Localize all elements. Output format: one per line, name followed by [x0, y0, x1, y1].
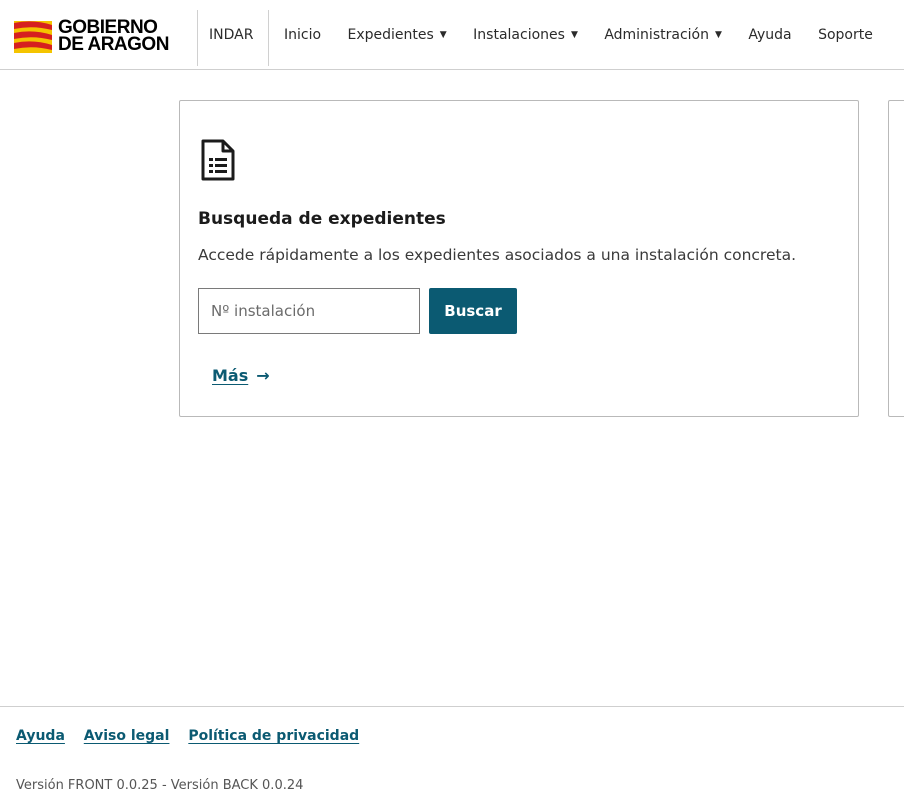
nav-item-label: Expedientes — [347, 27, 434, 43]
nav-item-ayuda[interactable]: Ayuda — [748, 27, 791, 43]
nav-item-label: Inicio — [284, 27, 322, 43]
nav-item-administracion[interactable]: Administración ▼ — [604, 27, 722, 43]
nav-item-label: Soporte — [818, 27, 873, 43]
footer-link-ayuda[interactable]: Ayuda — [16, 728, 65, 744]
card-description: Accede rápidamente a los expedientes aso… — [198, 246, 796, 264]
footer-link-aviso-legal[interactable]: Aviso legal — [84, 728, 170, 744]
card-title: Busqueda de expedientes — [198, 209, 446, 229]
footer: Ayuda Aviso legal Política de privacidad… — [0, 706, 904, 798]
document-list-icon — [201, 139, 235, 181]
app-name[interactable]: INDAR — [209, 27, 253, 43]
app-divider — [268, 10, 269, 66]
arrow-right-icon: → — [256, 366, 270, 385]
nav-item-label: Administración — [604, 27, 709, 43]
nav-item-expedientes[interactable]: Expedientes ▼ — [348, 27, 447, 43]
installation-number-input[interactable] — [198, 288, 420, 334]
more-link-label: Más — [212, 366, 249, 385]
footer-links: Ayuda Aviso legal Política de privacidad — [16, 728, 373, 744]
secondary-card — [888, 100, 904, 417]
caret-down-icon: ▼ — [570, 30, 578, 40]
main-nav: Inicio Expedientes ▼ Instalaciones ▼ Admin… — [284, 27, 895, 43]
caret-down-icon: ▼ — [714, 30, 722, 40]
logo-text: GOBIERNO DE ARAGON — [58, 18, 169, 55]
logo-line-2: DE ARAGON — [58, 34, 169, 55]
nav-item-inicio[interactable]: Inicio — [284, 27, 321, 43]
nav-item-soporte[interactable]: Soporte — [818, 27, 873, 43]
top-header: GOBIERNO DE ARAGON INDAR Inicio Expedien… — [0, 0, 904, 70]
gobierno-aragon-logo[interactable]: GOBIERNO DE ARAGON — [14, 17, 184, 57]
search-expedientes-card: Busqueda de expedientes Accede rápidamen… — [179, 100, 859, 417]
search-button[interactable]: Buscar — [429, 288, 517, 334]
nav-item-label: Instalaciones — [473, 27, 565, 43]
version-text: Versión FRONT 0.0.25 - Versión BACK 0.0.… — [16, 778, 304, 793]
nav-item-instalaciones[interactable]: Instalaciones ▼ — [473, 27, 578, 43]
footer-link-privacidad[interactable]: Política de privacidad — [188, 728, 359, 744]
aragon-flag-icon — [14, 21, 52, 53]
logo-divider — [197, 10, 198, 66]
more-link[interactable]: Más → — [212, 366, 270, 385]
caret-down-icon: ▼ — [439, 30, 447, 40]
nav-item-label: Ayuda — [748, 27, 792, 43]
